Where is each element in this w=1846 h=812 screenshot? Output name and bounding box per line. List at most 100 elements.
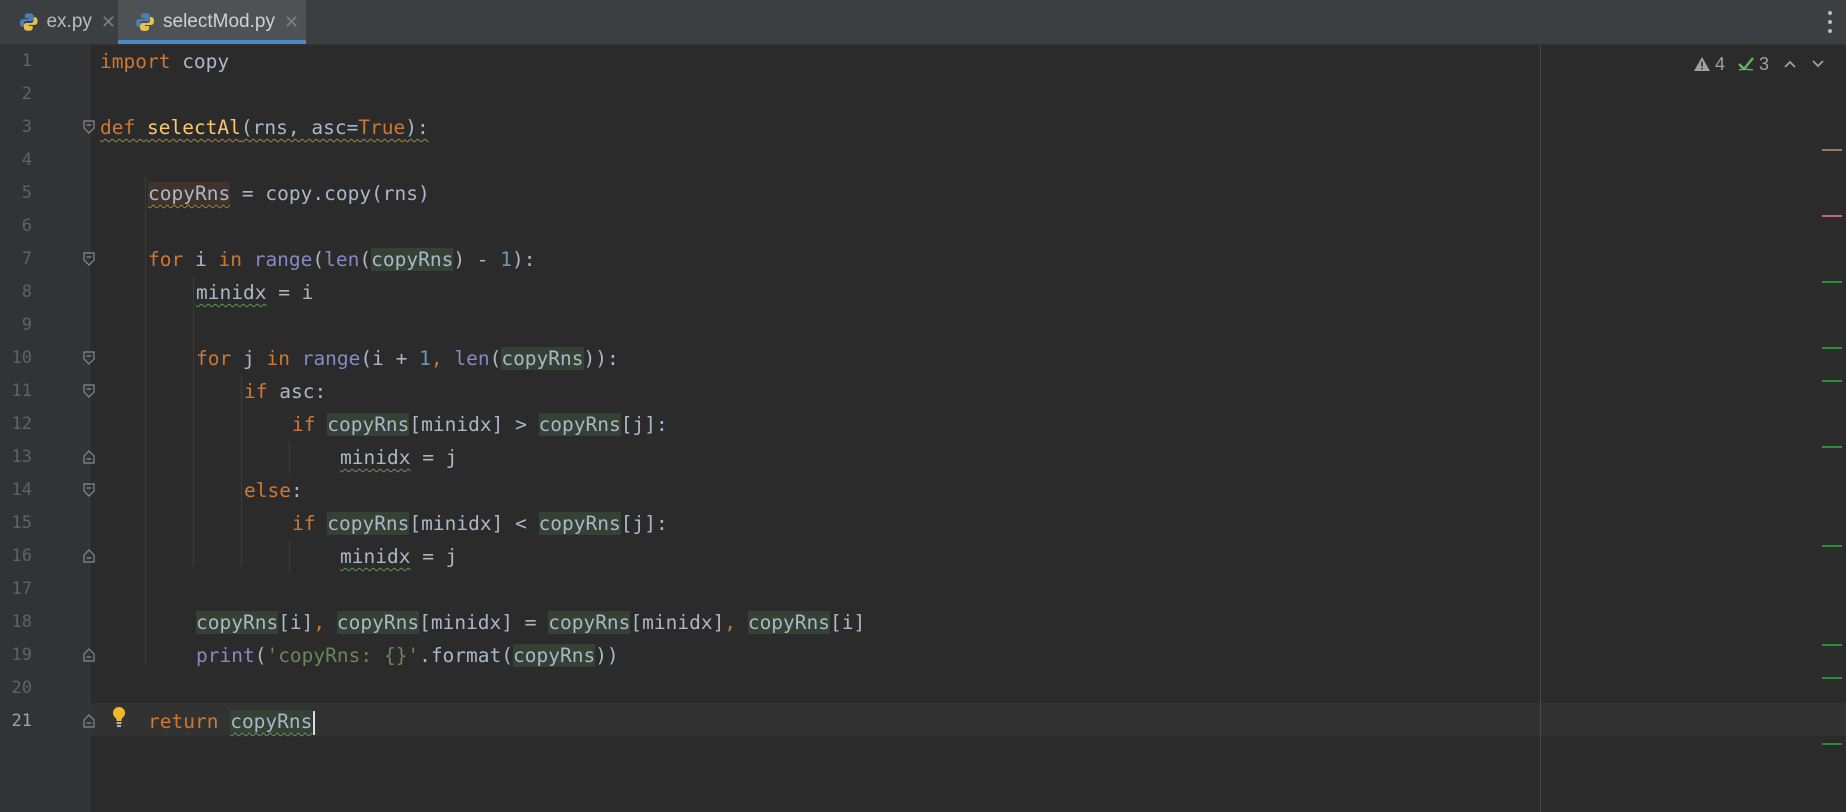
line-number: 10: [11, 348, 32, 368]
fold-open-icon[interactable]: [83, 351, 95, 365]
expr-end: [j]:: [620, 413, 668, 436]
keyword-import: import: [100, 50, 171, 73]
weak-warning-count: 3: [1759, 53, 1770, 74]
code-line-16[interactable]: minidx = j: [340, 540, 457, 573]
keyword-if: if: [244, 380, 268, 403]
code-line-8[interactable]: minidx = i: [196, 276, 313, 309]
line-number: 8: [21, 282, 32, 302]
right-margin-guide: [1540, 45, 1541, 812]
assignment: = j: [410, 545, 458, 568]
stripe-marker[interactable]: [1822, 545, 1842, 547]
index: [minidx] =: [419, 611, 549, 634]
stripe-marker[interactable]: [1822, 743, 1842, 745]
tab-label: ex.py: [46, 11, 92, 32]
python-file-icon: [136, 13, 154, 31]
colon: :: [290, 479, 303, 502]
fold-open-icon[interactable]: [83, 120, 95, 134]
function-name: selectAl: [146, 116, 241, 139]
builtin-print: print: [196, 644, 255, 667]
fold-end-icon[interactable]: [83, 549, 95, 563]
stripe-marker[interactable]: [1822, 446, 1842, 448]
editor-tab-bar: ex.py ✕ selectMod.py ✕: [0, 0, 1846, 45]
code-line-7[interactable]: for i in range(len(copyRns) - 1):: [148, 243, 536, 276]
close-tab-icon[interactable]: ✕: [101, 12, 116, 33]
chevron-up-icon[interactable]: [1783, 59, 1797, 69]
inspection-widget[interactable]: 4 3: [1693, 52, 1825, 76]
params: (rns, asc=: [240, 116, 359, 139]
variable-copyrns: copyRns: [371, 248, 454, 271]
warning-icon: [1694, 57, 1710, 71]
paren: (: [359, 248, 372, 271]
more-options-icon[interactable]: [1824, 8, 1836, 36]
expr: ) -: [453, 248, 501, 271]
line-number-current: 21: [11, 711, 32, 731]
builtin-range: range: [253, 248, 313, 271]
variable-copyrns: copyRns: [148, 182, 231, 205]
code-line-12[interactable]: if copyRns[minidx] > copyRns[j]:: [292, 408, 668, 441]
keyword-return: return: [148, 710, 219, 733]
line-number: 5: [21, 183, 32, 203]
line-number: 4: [21, 150, 32, 170]
fold-open-icon[interactable]: [83, 483, 95, 497]
weak-warning-check-icon: [1738, 57, 1754, 71]
stripe-marker[interactable]: [1822, 281, 1842, 283]
paren: (: [489, 347, 502, 370]
code-line-15[interactable]: if copyRns[minidx] < copyRns[j]:: [292, 507, 668, 540]
tab-label: selectMod.py: [163, 11, 275, 32]
stripe-marker-error[interactable]: [1822, 215, 1842, 217]
code-line-10[interactable]: for j in range(i + 1, len(copyRns)):: [196, 342, 619, 375]
builtin-len: len: [324, 248, 360, 271]
builtin-range: range: [301, 347, 361, 370]
paren: (: [312, 248, 325, 271]
code-line-18[interactable]: copyRns[i], copyRns[minidx] = copyRns[mi…: [196, 606, 865, 639]
assignment: = i: [266, 281, 314, 304]
index: [i]: [278, 611, 314, 634]
code-line-5[interactable]: copyRns = copy.copy(rns): [148, 177, 430, 210]
module-name: copy: [170, 50, 230, 73]
code-line-13[interactable]: minidx = j: [340, 441, 457, 474]
stripe-marker-warning[interactable]: [1822, 149, 1842, 151]
code-line-19[interactable]: print('copyRns: {}'.format(copyRns)): [196, 639, 619, 672]
indent-guide: [289, 540, 290, 573]
stripe-marker[interactable]: [1822, 347, 1842, 349]
line-number: 17: [11, 579, 32, 599]
stripe-marker[interactable]: [1822, 644, 1842, 646]
stripe-marker[interactable]: [1822, 677, 1842, 679]
fold-end-icon[interactable]: [83, 648, 95, 662]
code-line-14[interactable]: else:: [244, 474, 303, 507]
fold-end-icon[interactable]: [83, 714, 95, 728]
code-line-21[interactable]: return copyRns: [148, 705, 316, 738]
chevron-down-icon[interactable]: [1811, 59, 1825, 69]
tab-selectmod-py[interactable]: selectMod.py ✕: [118, 0, 306, 44]
warning-count: 4: [1715, 53, 1726, 74]
paren-end: )): [595, 644, 619, 667]
code-line-3[interactable]: def selectAl(rns, asc=True):: [100, 111, 429, 144]
fold-end-icon[interactable]: [83, 450, 95, 464]
code-line-11[interactable]: if asc:: [244, 375, 326, 408]
variable-copyrns: copyRns: [548, 611, 631, 634]
indent-guide: [289, 441, 290, 474]
method-call: .format(: [419, 644, 513, 667]
indent-guide: [145, 177, 146, 664]
params-end: ):: [405, 116, 429, 139]
fold-open-icon[interactable]: [83, 252, 95, 266]
line-number: 20: [11, 678, 32, 698]
variable-copyrns: copyRns: [513, 644, 596, 667]
current-line-highlight: [90, 703, 1846, 736]
line-number: 2: [21, 84, 32, 104]
expr: [minidx] >: [409, 413, 539, 436]
fold-open-icon[interactable]: [83, 384, 95, 398]
lightbulb-icon[interactable]: [111, 706, 127, 728]
keyword-if: if: [292, 413, 316, 436]
variable-copyrns: copyRns: [747, 611, 831, 634]
code-line-1[interactable]: import copy: [100, 45, 229, 78]
close-tab-icon[interactable]: ✕: [284, 12, 299, 33]
keyword-in: in: [266, 347, 290, 370]
stripe-marker[interactable]: [1822, 380, 1842, 382]
loop-var: i: [183, 248, 219, 271]
tab-ex-py[interactable]: ex.py ✕: [0, 0, 116, 44]
variable-copyrns: copyRns: [336, 611, 420, 634]
keyword-def: def: [100, 116, 136, 139]
assignment: = copy.copy(rns): [230, 182, 430, 205]
number-literal: 1: [419, 347, 431, 370]
